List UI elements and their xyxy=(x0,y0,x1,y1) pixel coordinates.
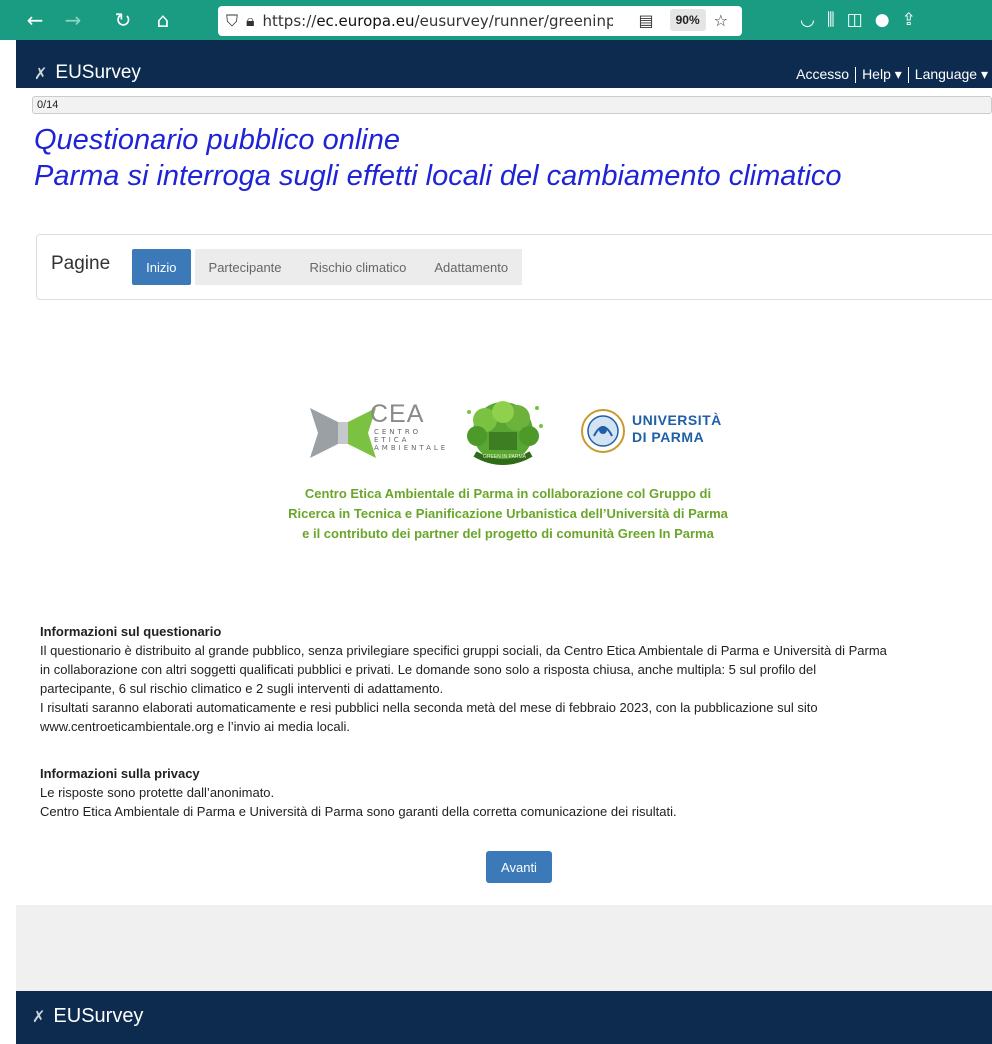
header-menu: Accesso Help ▾ Language ▾ xyxy=(796,66,988,84)
green-in-parma-logo: GREEN IN PARMA xyxy=(455,396,551,468)
eusurvey-logo-icon: ✗ xyxy=(32,1007,46,1026)
brand-text: EUSurvey xyxy=(55,62,141,83)
sidebar-icon[interactable]: ◫ xyxy=(847,10,863,30)
tab-rischio-climatico[interactable]: Rischio climatico xyxy=(295,249,421,285)
url-text[interactable]: https://ec.europa.eu/eusurvey/runner/gre… xyxy=(263,12,613,30)
cea-logo: CEA CENTRO ETICA AMBIENTALE xyxy=(308,400,445,460)
progress-bar: 0/14 xyxy=(32,96,992,114)
address-bar[interactable]: ⛉ 🔒︎ https://ec.europa.eu/eusurvey/runne… xyxy=(218,6,742,36)
tab-partecipante[interactable]: Partecipante xyxy=(194,249,296,285)
tab-inizio[interactable]: Inizio xyxy=(132,249,191,285)
pages-navigation: Pagine Inizio Partecipante Rischio clima… xyxy=(36,234,992,300)
zoom-indicator[interactable]: 90% xyxy=(669,9,706,31)
home-icon[interactable]: ⌂ xyxy=(148,5,178,35)
title-line-1: Questionario pubblico online xyxy=(34,124,400,156)
questionnaire-info: Informazioni sul questionario Il questio… xyxy=(40,622,992,736)
share-icon[interactable]: ⇪ xyxy=(902,10,916,30)
universita-parma-logo: UNIVERSITÀ DI PARMA xyxy=(580,408,770,462)
language-menu[interactable]: Language ▾ xyxy=(915,66,988,82)
reload-icon[interactable]: ↻ xyxy=(108,5,138,35)
lock-icon[interactable]: 🔒︎ xyxy=(246,11,255,31)
partners-caption: Centro Etica Ambientale di Parma in coll… xyxy=(288,486,728,541)
reader-view-icon[interactable]: ▤ xyxy=(639,11,654,30)
eusurvey-logo[interactable]: ✗ EUSurvey xyxy=(34,62,141,84)
tab-adattamento[interactable]: Adattamento xyxy=(420,249,523,285)
next-button[interactable]: Avanti xyxy=(486,851,552,883)
browser-toolbar: ← → ↻ ⌂ ⛉ 🔒︎ https://ec.europa.eu/eusurv… xyxy=(0,0,992,40)
eusurvey-header: ✗ EUSurvey Accesso Help ▾ Language ▾ xyxy=(16,60,992,88)
privacy-info-heading: Informazioni sulla privacy xyxy=(40,766,200,781)
privacy-info: Informazioni sulla privacy Le risposte s… xyxy=(40,764,992,821)
footer: ✗ EUSurvey xyxy=(16,991,992,1044)
eusurvey-logo-icon: ✗ xyxy=(34,63,48,83)
left-margin xyxy=(0,40,16,1044)
pocket-icon[interactable]: ◡ xyxy=(800,10,815,30)
library-icon[interactable]: ⫼ xyxy=(827,10,835,30)
bookmark-star-icon[interactable]: ☆ xyxy=(714,11,728,30)
title-line-2: Parma si interroga sugli effetti locali … xyxy=(34,160,842,192)
footer-logo[interactable]: ✗ EUSurvey xyxy=(32,1005,143,1028)
forward-icon[interactable]: → xyxy=(58,5,88,35)
questionnaire-info-heading: Informazioni sul questionario xyxy=(40,624,222,639)
pages-label: Pagine xyxy=(51,253,111,274)
back-icon[interactable]: ← xyxy=(20,5,50,35)
header-band xyxy=(16,40,992,60)
help-menu[interactable]: Help ▾ xyxy=(862,66,902,82)
login-link[interactable]: Accesso xyxy=(796,66,849,82)
page-title: Questionario pubblico online Parma si in… xyxy=(34,122,842,194)
browser-extensions: ◡ ⫼ ◫ ● ⇪ xyxy=(800,0,916,40)
extension-icon[interactable]: ● xyxy=(875,10,890,30)
shield-icon[interactable]: ⛉ xyxy=(226,11,238,31)
partner-logos: CEA CENTRO ETICA AMBIENTALE GREEN IN PAR… xyxy=(300,396,770,472)
